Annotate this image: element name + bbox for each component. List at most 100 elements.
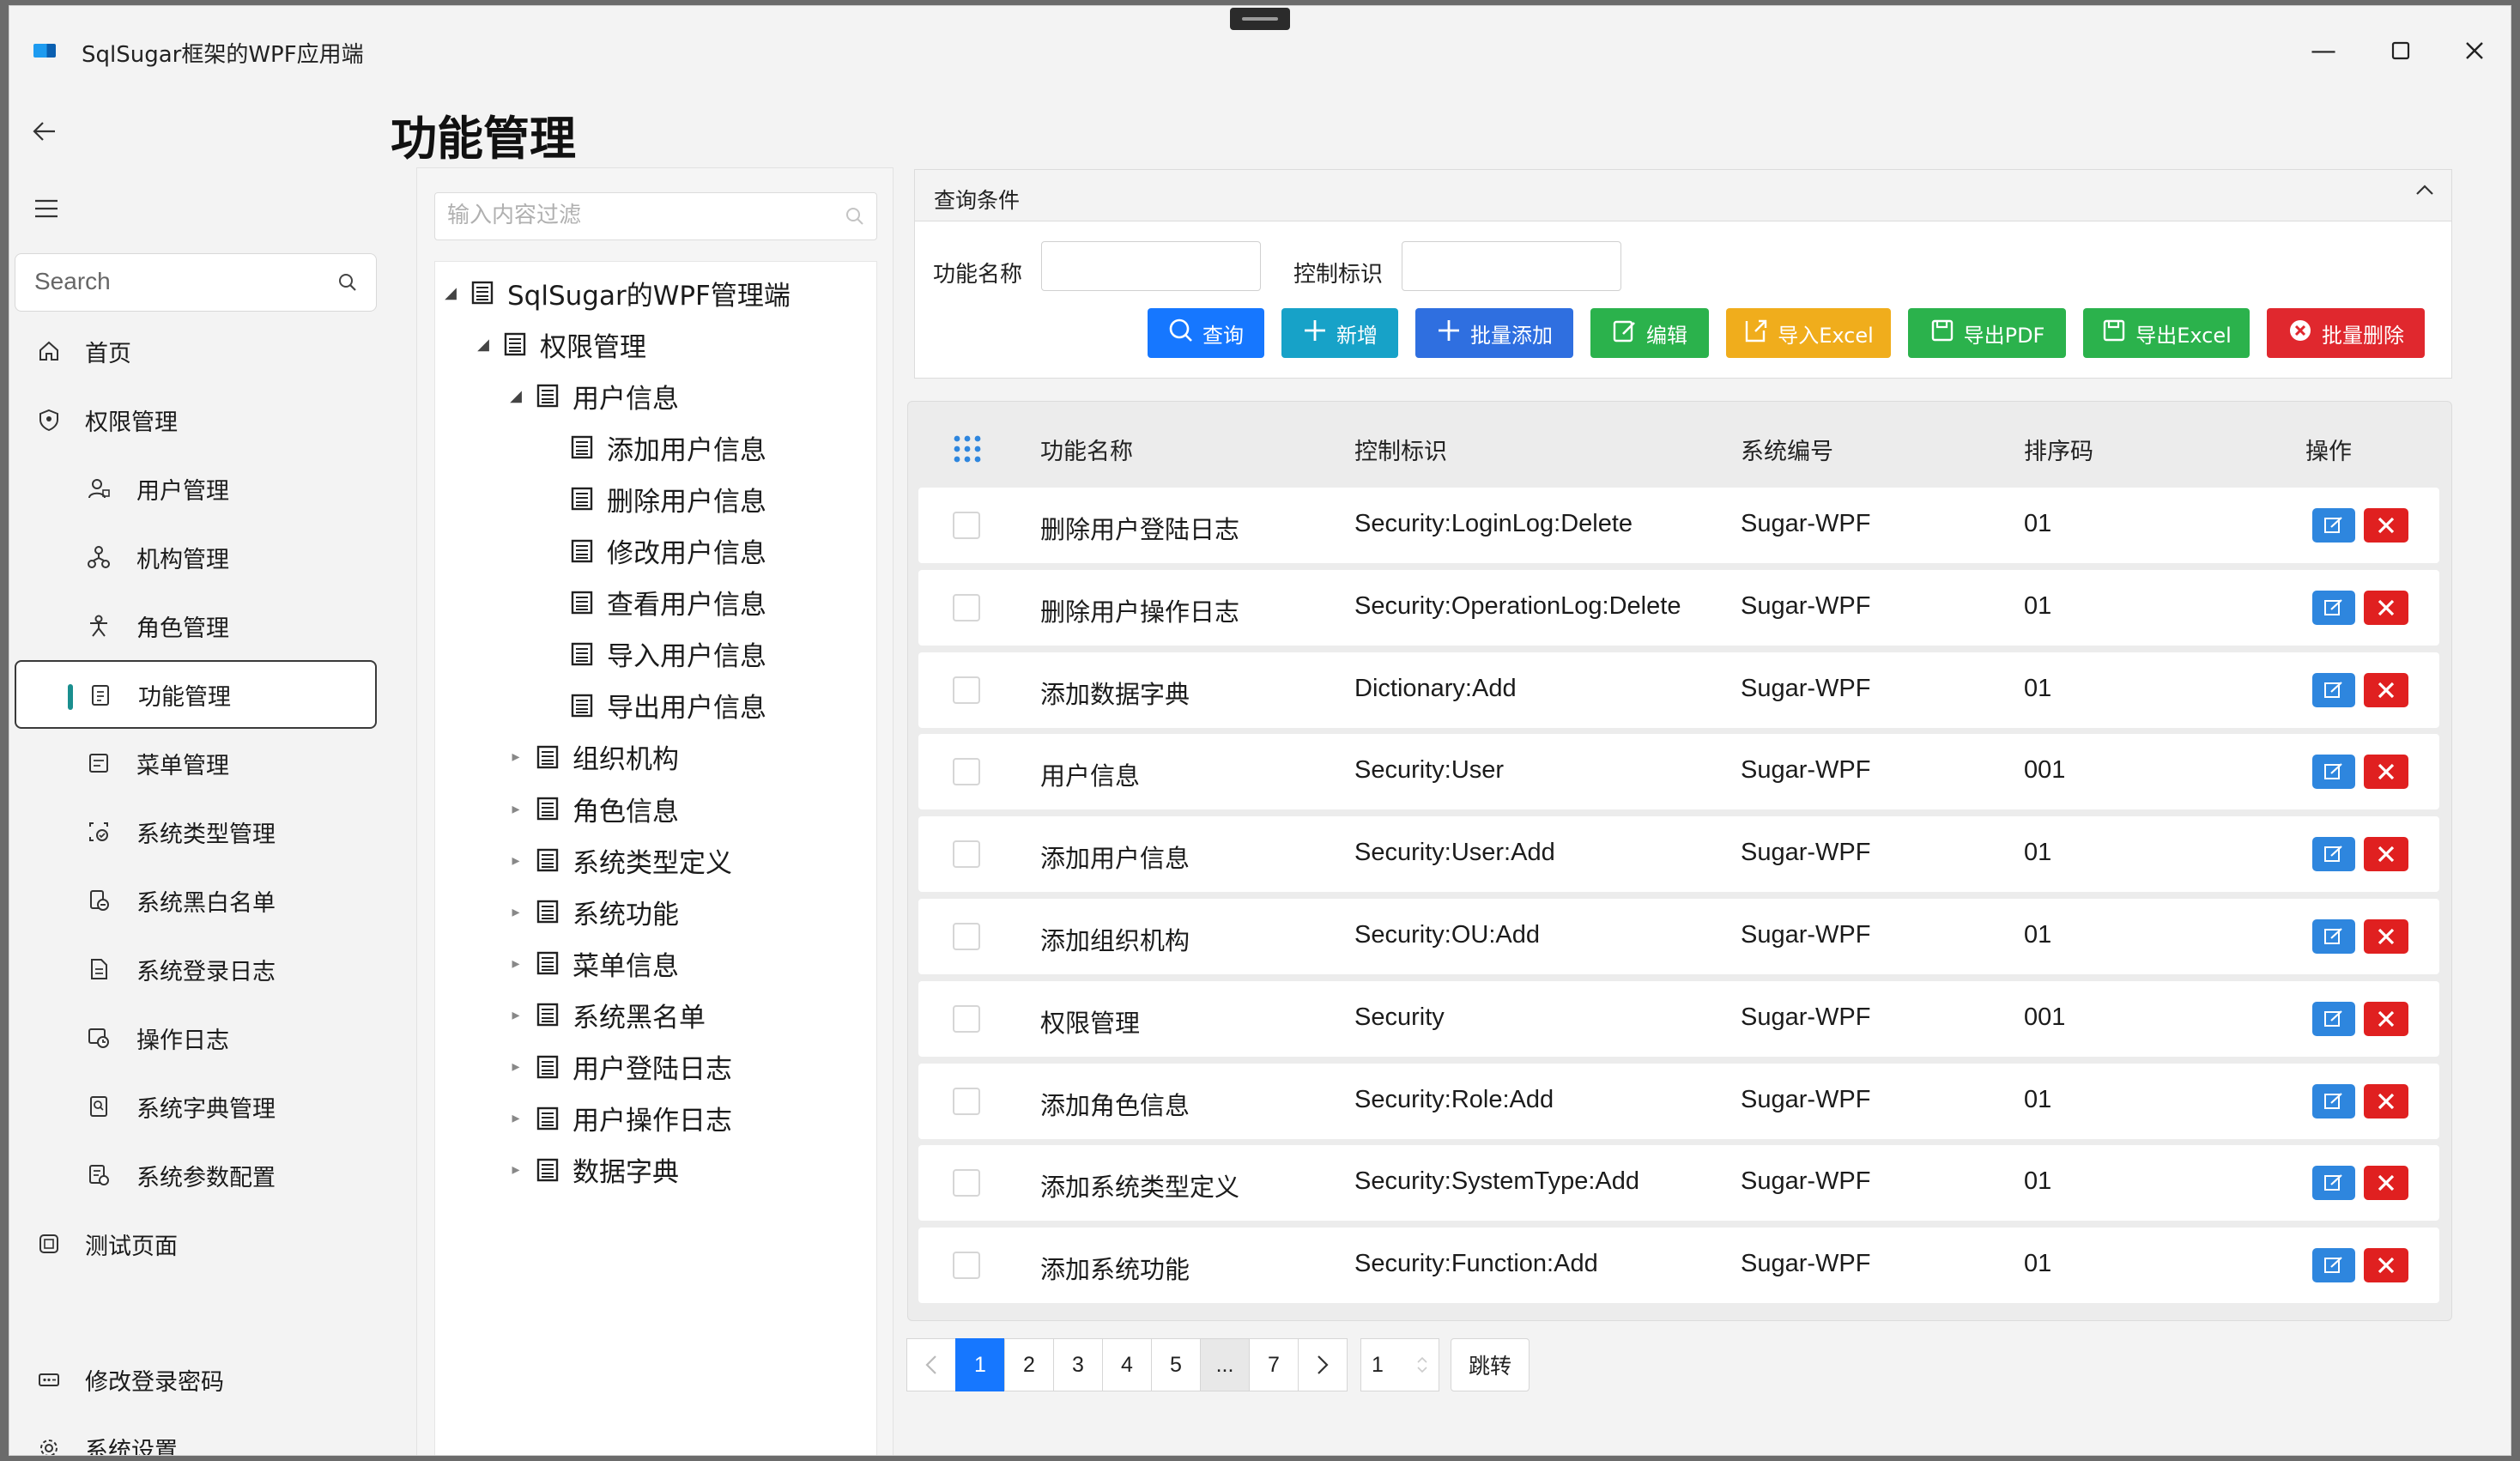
sidebar-item-home[interactable]: 首页 bbox=[9, 317, 382, 385]
sidebar-search-input[interactable] bbox=[15, 254, 307, 309]
page-ellipsis[interactable]: ... bbox=[1200, 1338, 1250, 1391]
row-checkbox[interactable] bbox=[953, 840, 980, 869]
add-button[interactable]: 新增 bbox=[1281, 308, 1398, 358]
table-row[interactable]: 添加组织机构 Security:OU:Add Sugar-WPF 01 bbox=[918, 899, 2439, 974]
close-button[interactable] bbox=[2456, 32, 2493, 70]
tree-node[interactable]: ◢ SqlSugar的WPF管理端 bbox=[440, 267, 791, 318]
page-button[interactable]: 1 bbox=[955, 1338, 1005, 1391]
export-excel-button[interactable]: 导出Excel bbox=[2083, 308, 2250, 358]
sidebar-item-blacklist[interactable]: 系统黑白名单 bbox=[9, 866, 382, 935]
row-delete-button[interactable] bbox=[2364, 508, 2408, 543]
search-icon[interactable] bbox=[338, 273, 357, 292]
row-delete-button[interactable] bbox=[2364, 672, 2408, 707]
spinner-icon[interactable] bbox=[1416, 1355, 1428, 1375]
caret-collapsed-icon[interactable]: ▸ bbox=[506, 1006, 526, 1024]
page-button[interactable]: 5 bbox=[1151, 1338, 1201, 1391]
tree-node[interactable]: 导入用户信息 bbox=[540, 628, 766, 680]
sidebar-item-operation-logs[interactable]: 操作日志 bbox=[9, 1003, 382, 1072]
column-header[interactable]: 功能名称 bbox=[1040, 433, 1133, 466]
tree-node[interactable]: ▸ 系统黑名单 bbox=[506, 989, 706, 1040]
row-delete-button[interactable] bbox=[2364, 837, 2408, 872]
row-delete-button[interactable] bbox=[2364, 919, 2408, 954]
tree-node[interactable]: ▸ 菜单信息 bbox=[506, 937, 679, 989]
sidebar-item-dictionary[interactable]: 系统字典管理 bbox=[9, 1072, 382, 1141]
row-checkbox[interactable] bbox=[953, 676, 980, 704]
tree-filter-input[interactable] bbox=[435, 193, 830, 238]
caret-collapsed-icon[interactable]: ▸ bbox=[506, 800, 526, 818]
sidebar-item-functions[interactable]: 功能管理 bbox=[15, 660, 377, 729]
row-edit-button[interactable] bbox=[2312, 590, 2355, 625]
column-header[interactable]: 排序码 bbox=[2024, 433, 2093, 466]
tree-node[interactable]: 查看用户信息 bbox=[540, 577, 766, 628]
row-checkbox[interactable] bbox=[953, 1004, 980, 1033]
sidebar-item-config[interactable]: 系统参数配置 bbox=[9, 1141, 382, 1209]
menu-toggle-button[interactable] bbox=[33, 193, 59, 227]
caret-collapsed-icon[interactable]: ▸ bbox=[506, 748, 526, 766]
row-checkbox[interactable] bbox=[953, 923, 980, 950]
row-delete-button[interactable] bbox=[2364, 1166, 2408, 1201]
batch-add-button[interactable]: 批量添加 bbox=[1415, 308, 1573, 358]
row-delete-button[interactable] bbox=[2364, 1248, 2408, 1283]
tree-node[interactable]: 删除用户信息 bbox=[540, 473, 766, 524]
query-button[interactable]: 查询 bbox=[1148, 308, 1264, 358]
export-pdf-button[interactable]: 导出PDF bbox=[1908, 308, 2066, 358]
sidebar-item-roles[interactable]: 角色管理 bbox=[9, 591, 382, 660]
tree-node[interactable]: ▸ 用户登陆日志 bbox=[506, 1041, 732, 1093]
column-header[interactable]: 系统编号 bbox=[1741, 433, 1833, 466]
tree-node[interactable]: ◢ 权限管理 bbox=[473, 318, 646, 370]
page-button[interactable]: 2 bbox=[1004, 1338, 1054, 1391]
row-checkbox[interactable] bbox=[953, 1169, 980, 1197]
tree-node[interactable]: 添加用户信息 bbox=[540, 421, 766, 473]
row-edit-button[interactable] bbox=[2312, 1166, 2355, 1201]
caret-collapsed-icon[interactable]: ▸ bbox=[506, 1161, 526, 1179]
batch-delete-button[interactable]: 批量删除 bbox=[2267, 308, 2425, 358]
table-row[interactable]: 添加系统类型定义 Security:SystemType:Add Sugar-WPF… bbox=[918, 1145, 2439, 1222]
tree-node[interactable]: ▸ 组织机构 bbox=[506, 731, 679, 783]
row-delete-button[interactable] bbox=[2364, 590, 2408, 625]
query-panel-header[interactable]: 查询条件 bbox=[915, 170, 2451, 221]
row-edit-button[interactable] bbox=[2312, 1001, 2355, 1036]
jump-page-input[interactable]: 1 bbox=[1360, 1338, 1439, 1391]
control-id-input[interactable] bbox=[1402, 241, 1621, 291]
caret-collapsed-icon[interactable]: ▸ bbox=[506, 1109, 526, 1127]
table-row[interactable]: 用户信息 Security:User Sugar-WPF 001 bbox=[918, 734, 2439, 810]
row-checkbox[interactable] bbox=[953, 1087, 980, 1115]
row-edit-button[interactable] bbox=[2312, 837, 2355, 872]
chevron-up-icon[interactable] bbox=[2414, 179, 2436, 209]
grid-menu-icon[interactable] bbox=[953, 434, 982, 470]
function-name-input[interactable] bbox=[1041, 241, 1261, 291]
table-row[interactable]: 权限管理 Security Sugar-WPF 001 bbox=[918, 980, 2439, 1057]
caret-collapsed-icon[interactable]: ▸ bbox=[506, 1058, 526, 1076]
row-checkbox[interactable] bbox=[953, 758, 980, 786]
table-row[interactable]: 添加系统功能 Security:Function:Add Sugar-WPF 01 bbox=[918, 1228, 2439, 1304]
caret-collapsed-icon[interactable]: ▸ bbox=[506, 852, 526, 870]
tree-node[interactable]: 修改用户信息 bbox=[540, 525, 766, 577]
edit-button[interactable]: 编辑 bbox=[1590, 308, 1709, 358]
tree-node[interactable]: ▸ 用户操作日志 bbox=[506, 1093, 732, 1144]
row-edit-button[interactable] bbox=[2312, 919, 2355, 954]
tree-node[interactable]: ▸ 角色信息 bbox=[506, 783, 679, 834]
row-edit-button[interactable] bbox=[2312, 672, 2355, 707]
row-checkbox[interactable] bbox=[953, 1252, 980, 1280]
sidebar-item-organizations[interactable]: 机构管理 bbox=[9, 523, 382, 591]
drag-handle[interactable] bbox=[1230, 8, 1290, 30]
row-checkbox[interactable] bbox=[953, 593, 980, 621]
row-delete-button[interactable] bbox=[2364, 1001, 2408, 1036]
tree-node[interactable]: ◢ 用户信息 bbox=[506, 370, 679, 421]
sidebar-item-change-password[interactable]: 修改登录密码 bbox=[9, 1345, 382, 1414]
row-checkbox[interactable] bbox=[953, 512, 980, 539]
row-edit-button[interactable] bbox=[2312, 508, 2355, 543]
sidebar-item-users[interactable]: 用户管理 bbox=[9, 454, 382, 523]
caret-expanded-icon[interactable]: ◢ bbox=[473, 336, 494, 354]
page-button[interactable]: 7 bbox=[1249, 1338, 1299, 1391]
back-button[interactable] bbox=[32, 118, 58, 152]
sidebar-item-test-page[interactable]: 测试页面 bbox=[9, 1209, 382, 1278]
row-delete-button[interactable] bbox=[2364, 755, 2408, 790]
sidebar-item-menus[interactable]: 菜单管理 bbox=[9, 729, 382, 797]
tree-node[interactable]: 导出用户信息 bbox=[540, 680, 766, 731]
row-edit-button[interactable] bbox=[2312, 755, 2355, 790]
tree-node[interactable]: ▸ 系统类型定义 bbox=[506, 834, 732, 886]
table-row[interactable]: 删除用户登陆日志 Security:LoginLog:Delete Sugar-WP… bbox=[918, 488, 2439, 563]
tree-node[interactable]: ▸ 系统功能 bbox=[506, 886, 679, 937]
sidebar-item-permissions[interactable]: 权限管理 bbox=[9, 385, 382, 454]
